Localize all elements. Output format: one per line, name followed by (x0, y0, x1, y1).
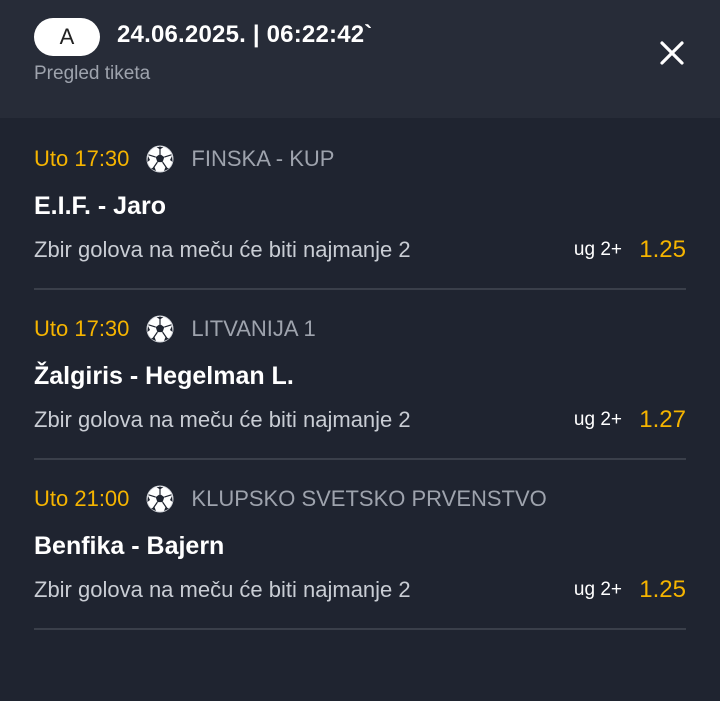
match-meta: Uto 17:30 FINSKA - KUP (34, 144, 334, 174)
match-teams: Žalgiris - Hegelman L. (34, 362, 294, 390)
soccer-ball-icon (146, 485, 174, 513)
bet-odds: 1.25 (639, 236, 686, 263)
bet-description: Zbir golova na meču će biti najmanje 2 (34, 577, 411, 602)
close-icon (660, 41, 684, 65)
bet-description: Zbir golova na meču će biti najmanje 2 (34, 237, 411, 262)
ticket-datetime: 24.06.2025. | 06:22:42` (117, 21, 373, 48)
ticket-content: Uto 17:30 FINSKA - KUP E.I.F. - Jaro Zbi… (0, 118, 720, 701)
soccer-ball-icon (146, 145, 174, 173)
ticket-type-badge: A (34, 18, 100, 56)
close-button[interactable] (652, 33, 692, 73)
match-time: Uto 21:00 (34, 486, 130, 511)
match-row: Uto 21:00 KLUPSKO SVETSKO PRVENSTVO Benf… (34, 458, 686, 630)
match-row: Uto 17:30 LITVANIJA 1 Žalgiris - Hegelma… (34, 288, 686, 460)
match-time: Uto 17:30 (34, 316, 130, 341)
bet-odds: 1.25 (639, 576, 686, 603)
match-time: Uto 17:30 (34, 146, 130, 171)
ticket-subtitle: Pregled tiketa (34, 63, 151, 84)
match-meta: Uto 21:00 KLUPSKO SVETSKO PRVENSTVO (34, 484, 547, 514)
bet-description: Zbir golova na meču će biti najmanje 2 (34, 407, 411, 432)
soccer-ball-icon (146, 315, 174, 343)
league-name: LITVANIJA 1 (191, 316, 316, 341)
match-teams: E.I.F. - Jaro (34, 192, 166, 220)
bet-code: ug 2+ (573, 239, 622, 260)
bet-odds: 1.27 (639, 406, 686, 433)
match-row: Uto 17:30 FINSKA - KUP E.I.F. - Jaro Zbi… (34, 118, 686, 290)
match-teams: Benfika - Bajern (34, 532, 225, 560)
bet-code: ug 2+ (573, 579, 622, 600)
match-meta: Uto 17:30 LITVANIJA 1 (34, 314, 316, 344)
league-name: FINSKA - KUP (191, 146, 335, 171)
league-name: KLUPSKO SVETSKO PRVENSTVO (191, 486, 547, 511)
ticket-header: A 24.06.2025. | 06:22:42` Pregled tiketa (0, 0, 720, 118)
bet-code: ug 2+ (573, 409, 622, 430)
